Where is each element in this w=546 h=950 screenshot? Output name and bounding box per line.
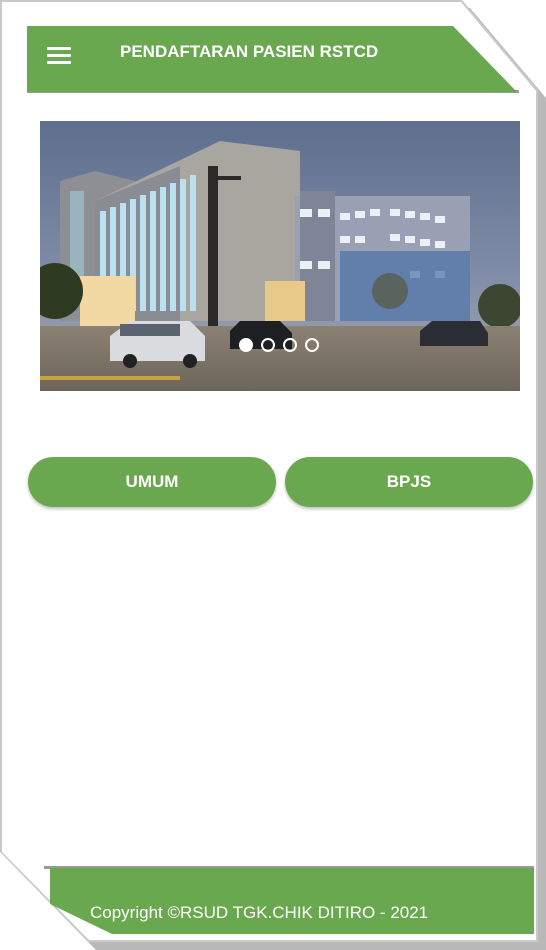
carousel-dot-3[interactable] [283, 338, 297, 352]
app-footer: Copyright ©RSUD TGK.CHIK DITIRO - 2021 [50, 868, 534, 934]
hamburger-menu-icon[interactable] [47, 47, 71, 65]
carousel-indicators [239, 338, 319, 352]
copyright-text: Copyright ©RSUD TGK.CHIK DITIRO - 2021 [90, 903, 429, 922]
carousel-dot-1[interactable] [239, 338, 253, 352]
bpjs-button[interactable]: BPJS [285, 457, 533, 507]
page-title: PENDAFTARAN PASIEN RSTCD [120, 42, 379, 61]
app-header: PENDAFTARAN PASIEN RSTCD [27, 26, 517, 92]
hospital-image-carousel[interactable] [40, 121, 520, 391]
umum-button[interactable]: UMUM [28, 457, 276, 507]
carousel-dot-4[interactable] [305, 338, 319, 352]
carousel-dot-2[interactable] [261, 338, 275, 352]
